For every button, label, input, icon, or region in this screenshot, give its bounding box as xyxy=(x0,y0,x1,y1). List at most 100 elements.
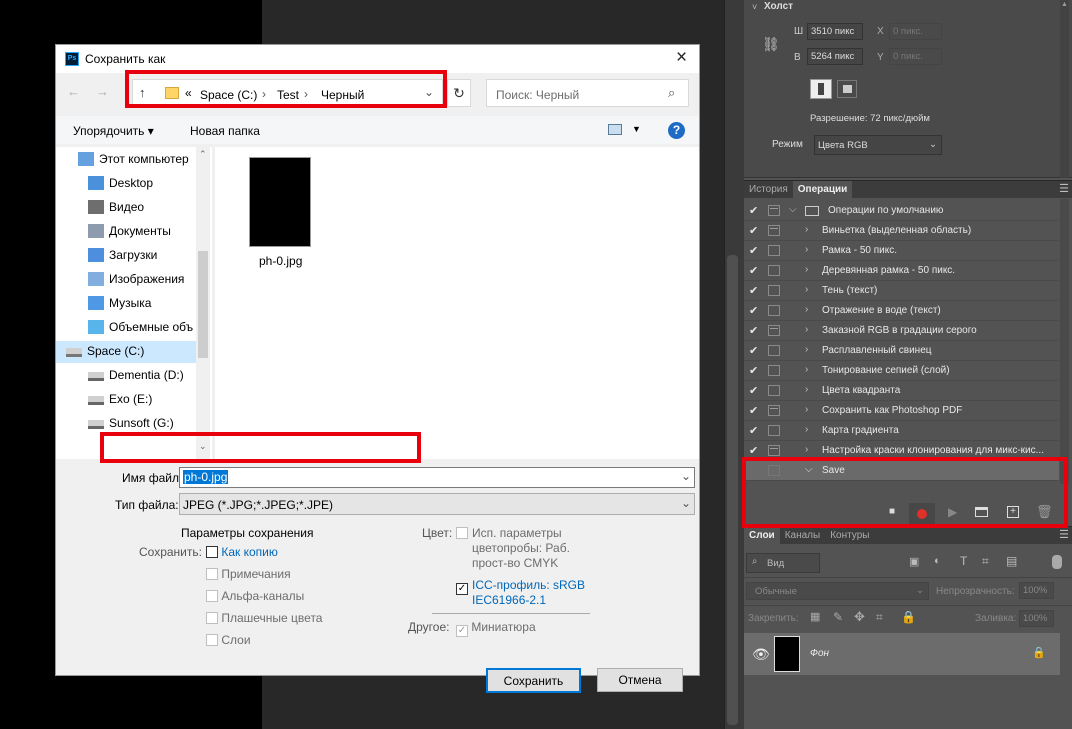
save-button[interactable]: Сохранить xyxy=(486,668,581,693)
opacity-input[interactable]: 100% xyxy=(1019,582,1054,599)
nav-item[interactable]: Изображения xyxy=(78,269,200,291)
lock-all-icon[interactable]: 🔒 xyxy=(901,610,916,624)
breadcrumb-test[interactable]: Test xyxy=(277,88,299,102)
up-arrow-icon[interactable]: ↑ xyxy=(139,85,146,100)
hide-folders-button[interactable]: ⌃ Скрыть папки xyxy=(68,677,157,691)
lock-artboard-icon[interactable]: ⌗ xyxy=(876,610,883,625)
nav-item[interactable]: Видео xyxy=(78,197,200,219)
dialog-toggle-icon[interactable] xyxy=(768,425,780,436)
recording-action-row[interactable]: ⌵ Save xyxy=(744,461,1059,481)
view-options-icon[interactable] xyxy=(608,124,622,135)
chevron-down-icon[interactable]: ⌄ xyxy=(681,469,691,483)
check-icon[interactable]: ✔ xyxy=(749,364,758,377)
nav-item[interactable]: Exo (E:) xyxy=(78,389,200,411)
spot-colors-checkbox[interactable]: Плашечные цвета xyxy=(206,611,322,625)
check-icon[interactable]: ✔ xyxy=(749,264,758,277)
view-dropdown-icon[interactable]: ▼ xyxy=(632,124,641,134)
chevron-right-icon[interactable]: › xyxy=(805,364,808,375)
action-row[interactable]: ✔ › Настройка краски клонирования для микс… xyxy=(744,441,1059,461)
filetype-select[interactable]: JPEG (*.JPG;*.JPEG;*.JPE) ⌄ xyxy=(179,493,695,515)
filename-input[interactable]: ph-0.jpg ⌄ xyxy=(179,467,695,488)
dialog-toggle-icon[interactable] xyxy=(768,405,780,416)
chevron-down-icon[interactable]: ⌵ xyxy=(789,204,797,215)
check-icon[interactable]: ✔ xyxy=(749,304,758,317)
action-row[interactable]: ✔ › Виньетка (выделенная область) xyxy=(744,221,1059,241)
blend-mode-select[interactable]: Обычные ⌄ xyxy=(746,582,929,600)
check-icon[interactable]: ✔ xyxy=(749,344,758,357)
mode-select[interactable]: Цвета RGB ⌄ xyxy=(814,135,942,155)
action-set-row[interactable]: ✔ ⌵ Операции по умолчанию xyxy=(744,201,1059,221)
lock-position-icon[interactable]: ✥ xyxy=(854,609,865,625)
check-icon[interactable]: ✔ xyxy=(749,284,758,297)
help-icon[interactable]: ? xyxy=(668,122,685,139)
shape-filter-icon[interactable]: ⌗ xyxy=(982,554,989,569)
refresh-button[interactable]: ↻ xyxy=(447,79,471,107)
check-icon[interactable]: ✔ xyxy=(749,444,758,457)
address-bar[interactable]: ↑ « Space (C:) › Test › Черный ⌄ xyxy=(132,79,443,107)
check-icon[interactable]: ✔ xyxy=(749,324,758,337)
chevron-right-icon[interactable]: › xyxy=(805,264,808,275)
action-row[interactable]: ✔ › Цвета квадранта xyxy=(744,381,1059,401)
dialog-toggle-icon[interactable] xyxy=(768,305,780,316)
new-action-icon[interactable]: + xyxy=(1007,506,1019,518)
nav-item[interactable]: Dementia (D:) xyxy=(78,365,200,387)
actions-scrollbar[interactable] xyxy=(1060,199,1069,484)
dialog-toggle-icon[interactable] xyxy=(768,385,780,396)
chevron-right-icon[interactable]: › xyxy=(805,244,808,255)
adjustment-filter-icon[interactable]: ◐ xyxy=(934,555,941,567)
vertical-scrollbar-thumb[interactable] xyxy=(727,255,738,725)
proof-checkbox[interactable] xyxy=(456,526,468,540)
collapse-icon[interactable]: ˅ xyxy=(752,2,757,12)
dialog-toggle-icon[interactable] xyxy=(768,225,780,236)
chevron-right-icon[interactable]: › xyxy=(805,284,808,295)
tab-paths[interactable]: Контуры xyxy=(825,527,874,544)
dialog-toggle-icon[interactable] xyxy=(768,265,780,276)
as-copy-checkbox[interactable]: Как копию xyxy=(206,545,278,559)
dialog-toggle-icon[interactable] xyxy=(768,345,780,356)
dialog-toggle-icon[interactable] xyxy=(768,325,780,336)
forward-arrow-icon[interactable]: → xyxy=(96,84,109,99)
layer-filter-select[interactable]: ⌕ Вид xyxy=(746,553,820,573)
chevron-right-icon[interactable]: › xyxy=(805,304,808,315)
action-row[interactable]: ✔ › Тонирование сепией (слой) xyxy=(744,361,1059,381)
nav-item[interactable]: Загрузки xyxy=(78,245,200,267)
scroll-down-icon[interactable]: ⌄ xyxy=(199,441,207,452)
nav-item[interactable]: Документы xyxy=(78,221,200,243)
record-button[interactable] xyxy=(909,503,935,525)
nav-item[interactable]: Объемные объ xyxy=(78,317,200,339)
notes-checkbox[interactable]: Примечания xyxy=(206,567,291,581)
scroll-up-icon[interactable]: ⌃ xyxy=(199,149,207,160)
chevron-right-icon[interactable]: › xyxy=(805,344,808,355)
action-row[interactable]: ✔ › Сохранить как Photoshop PDF xyxy=(744,401,1059,421)
action-row[interactable]: ✔ › Тень (текст) xyxy=(744,281,1059,301)
dialog-toggle-icon[interactable] xyxy=(768,285,780,296)
nav-item[interactable]: Desktop xyxy=(78,173,200,195)
back-arrow-icon[interactable]: ← xyxy=(67,84,80,99)
action-row[interactable]: ✔ › Заказной RGB в градации серого xyxy=(744,321,1059,341)
new-set-folder-icon[interactable] xyxy=(975,507,988,517)
dialog-toggle-icon[interactable] xyxy=(768,445,780,456)
organize-button[interactable]: Упорядочить ▾ xyxy=(73,124,154,138)
check-icon[interactable]: ✔ xyxy=(749,204,758,217)
new-folder-button[interactable]: Новая папка xyxy=(190,124,260,138)
filter-toggle[interactable] xyxy=(1052,555,1062,569)
lock-image-icon[interactable]: ✎ xyxy=(833,610,843,624)
check-icon[interactable]: ✔ xyxy=(749,244,758,257)
panel-menu-icon[interactable]: ☰ xyxy=(1059,182,1069,195)
tab-history[interactable]: История xyxy=(744,181,793,198)
nav-scrollbar[interactable]: ⌃ ⌄ xyxy=(196,147,210,459)
link-icon[interactable]: ⛓ xyxy=(762,36,780,53)
thumbnail-checkbox[interactable]: ✓ Миниатюра xyxy=(456,620,536,637)
width-input[interactable]: 3510 пикс xyxy=(807,23,863,40)
x-input[interactable]: 0 пикс. xyxy=(889,23,942,40)
check-icon[interactable]: ✔ xyxy=(749,404,758,417)
chevron-down-icon[interactable]: ⌵ xyxy=(805,464,813,475)
chevron-down-icon[interactable]: ⌄ xyxy=(424,85,434,99)
properties-scrollbar[interactable]: ▲ xyxy=(1060,0,1069,178)
nav-item[interactable]: Sunsoft (G:) xyxy=(78,413,200,435)
tab-actions[interactable]: Операции xyxy=(792,181,853,198)
panel-menu-icon[interactable]: ☰ xyxy=(1059,528,1069,541)
nav-scrollbar-thumb[interactable] xyxy=(198,251,208,358)
check-icon[interactable]: ✔ xyxy=(749,224,758,237)
breadcrumb-black[interactable]: Черный xyxy=(321,88,364,102)
